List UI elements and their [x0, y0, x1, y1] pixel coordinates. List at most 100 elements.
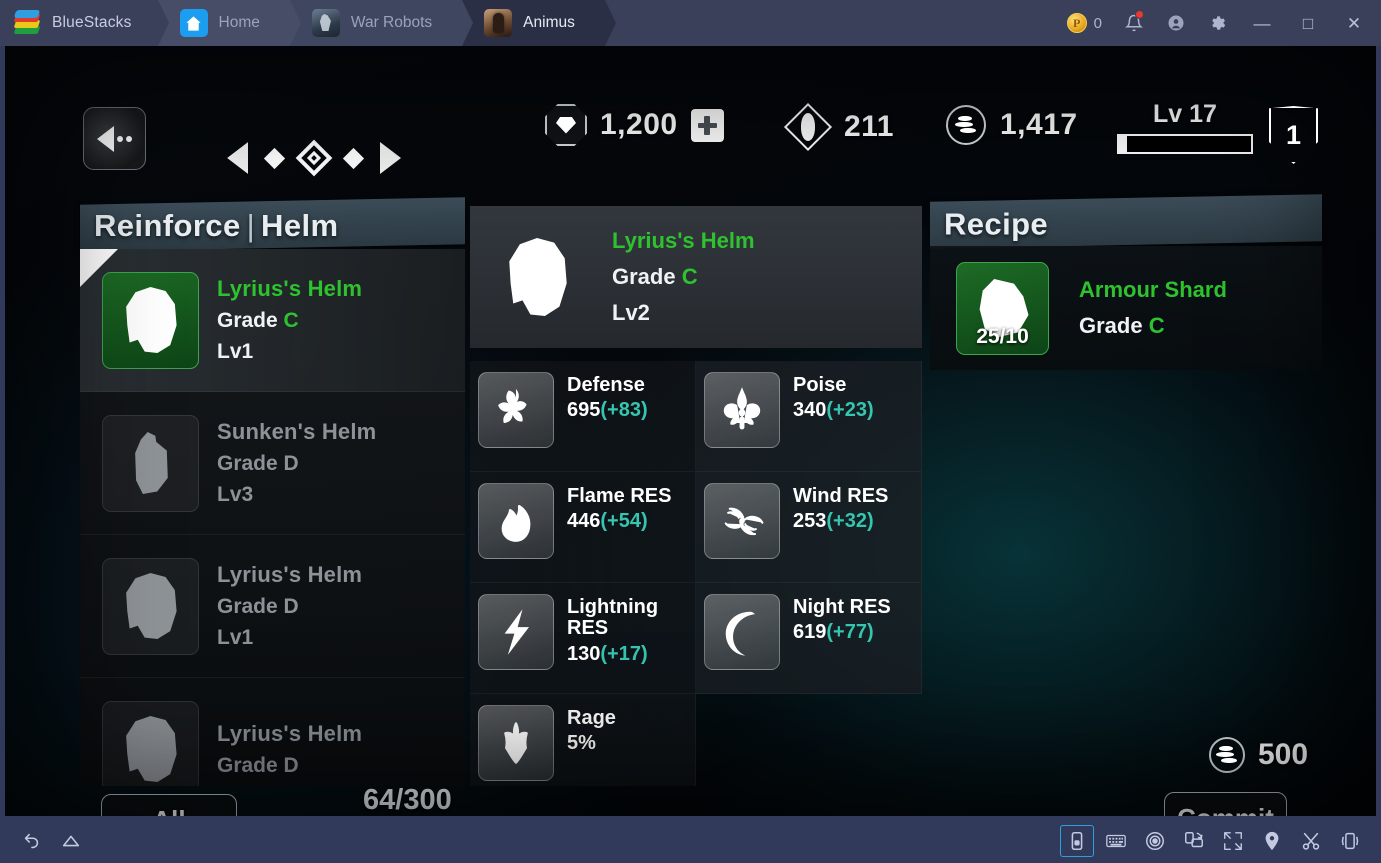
pager-dot-right-icon[interactable] [342, 147, 365, 169]
list-item[interactable]: Sunken's Helm Grade D Lv3 [80, 392, 465, 535]
stat-value: 340(+23) [793, 399, 874, 422]
stat-flame-text: Flame RES 446(+54) [567, 483, 671, 533]
pager-selected-icon[interactable] [295, 139, 333, 177]
stat-defense-text: Defense 695(+83) [567, 372, 648, 422]
shake-phone-icon[interactable] [1333, 825, 1367, 857]
minimize-glyph: — [1253, 13, 1271, 33]
bluestacks-titlebar: BlueStacks Home War Robots Animus P 0 — … [0, 0, 1381, 46]
resource-coins: 1,417 [945, 104, 1078, 146]
helm-icon [102, 414, 199, 512]
resource-gem: 1,200 [545, 104, 724, 146]
notifications-button[interactable] [1115, 0, 1153, 46]
rotate-icon[interactable] [1177, 825, 1211, 857]
stat-value: 695(+83) [567, 399, 648, 422]
keyboard-icon[interactable] [1099, 825, 1133, 857]
list-item-name: Lyrius's Helm [217, 720, 363, 746]
account-button[interactable] [1157, 0, 1195, 46]
recipe-material-info: Armour Shard Grade C [1067, 277, 1227, 339]
helm-icon [102, 700, 199, 786]
list-item-name: Sunken's Helm [217, 419, 377, 444]
home-icon [179, 9, 208, 37]
list-item[interactable]: Lyrius's Helm Grade D [80, 678, 465, 786]
equipment-list[interactable]: Lyrius's Helm Grade C Lv1 Sunken's Helm … [80, 249, 465, 786]
multi-instance-icon[interactable] [1060, 824, 1094, 857]
gem-icon [545, 104, 587, 146]
list-item-info: Sunken's Helm Grade D Lv3 [217, 419, 376, 507]
list-item-info: Lyrius's Helm Grade C Lv1 [217, 276, 362, 364]
back-nav-icon[interactable] [14, 825, 48, 857]
back-dots-icon [117, 135, 132, 142]
bluestacks-brand-label: BlueStacks [52, 14, 132, 31]
titlebar-controls: P 0 — □ ✕ [1058, 0, 1381, 46]
points-indicator[interactable]: P 0 [1058, 13, 1111, 33]
animus-app-icon [484, 9, 513, 37]
list-item-name: Lyrius's Helm [217, 562, 363, 587]
stat-defense: Defense 695(+83) [470, 361, 696, 472]
fullscreen-icon[interactable] [1216, 825, 1250, 857]
war-robots-app-icon [311, 9, 340, 37]
level-indicator: Lv 17 [1117, 102, 1253, 154]
tab-home-label: Home [218, 14, 260, 31]
stat-poise: Poise 340(+23) [696, 361, 922, 472]
gem-value: 1,200 [600, 108, 678, 141]
all-button[interactable]: All [101, 794, 237, 816]
commit-cost-value: 500 [1258, 738, 1309, 771]
stat-name: Flame RES [567, 485, 672, 507]
close-button[interactable]: ✕ [1333, 0, 1375, 46]
item-detail-level: Lv2 [612, 300, 650, 325]
reinforce-panel: Lyrius's Helm Grade C Lv1 Sunken's Helm … [80, 201, 465, 786]
pager-dot-left-icon[interactable] [263, 147, 286, 169]
recipe-material-row[interactable]: 25/10 Armour Shard Grade C [930, 246, 1322, 370]
tab-home[interactable]: Home [157, 0, 302, 46]
list-item-grade: Grade D [217, 753, 299, 777]
tab-animus[interactable]: Animus [462, 0, 616, 46]
next-arrow-icon[interactable] [380, 142, 401, 174]
stat-name: Lightning RES [567, 596, 659, 640]
screen: BlueStacks Home War Robots Animus P 0 — … [0, 0, 1381, 863]
stat-value: 253(+32) [793, 510, 874, 533]
coins-value: 1,417 [1000, 108, 1078, 141]
recipe-material-grade: Grade C [1079, 313, 1165, 338]
list-item-grade: Grade D [217, 595, 299, 618]
recipe-material-count: 25/10 [976, 324, 1029, 348]
tab-war-robots[interactable]: War Robots [289, 0, 474, 46]
settings-button[interactable] [1199, 0, 1237, 46]
home-nav-icon[interactable] [54, 825, 88, 857]
list-item-level: Lv1 [217, 626, 254, 649]
shield-value: 1 [1285, 119, 1302, 150]
list-item[interactable]: Lyrius's Helm Grade C Lv1 [80, 249, 465, 392]
prev-arrow-icon[interactable] [227, 142, 248, 174]
game-viewport: 1,200 211 1,417 Lv 17 1 Reinforce | Helm… [5, 46, 1376, 816]
list-item-level: Lv1 [217, 340, 254, 363]
stat-name: Poise [793, 374, 847, 396]
location-pin-icon[interactable] [1255, 825, 1289, 857]
notification-badge [1135, 10, 1144, 19]
item-detail-grade: Grade C [612, 264, 698, 289]
coins-icon [1208, 736, 1246, 774]
soul-diamond-icon [783, 102, 833, 152]
maximize-button[interactable]: □ [1287, 0, 1329, 46]
lightning-icon [478, 594, 554, 670]
stat-rage-text: Rage 5% [567, 705, 616, 755]
commit-button[interactable]: Commit [1164, 792, 1287, 816]
defense-icon [478, 372, 554, 448]
stat-rage: Rage 5% [470, 694, 696, 786]
game-hud: 1,200 211 1,417 Lv 17 1 [5, 46, 1376, 177]
helm-icon [102, 271, 199, 369]
level-progress-bar [1117, 134, 1253, 154]
list-item-level: Lv3 [217, 483, 254, 506]
list-item-grade: Grade D [217, 452, 299, 475]
scissors-icon[interactable] [1294, 825, 1328, 857]
stat-night-res: Night RES 619(+77) [696, 583, 922, 694]
gem-add-button[interactable] [690, 108, 724, 142]
minimize-button[interactable]: — [1241, 0, 1283, 46]
bluestacks-brand: BlueStacks [0, 0, 169, 46]
shield-badge[interactable]: 1 [1269, 106, 1318, 164]
close-glyph: ✕ [1346, 13, 1362, 33]
list-item[interactable]: Lyrius's Helm Grade D Lv1 [80, 535, 465, 678]
commit-cost: 500 [1208, 736, 1308, 774]
eye-icon[interactable] [1138, 825, 1172, 857]
level-label: Lv 17 [1153, 100, 1217, 128]
bluestacks-logo-icon [13, 9, 41, 36]
back-button[interactable] [83, 107, 146, 170]
